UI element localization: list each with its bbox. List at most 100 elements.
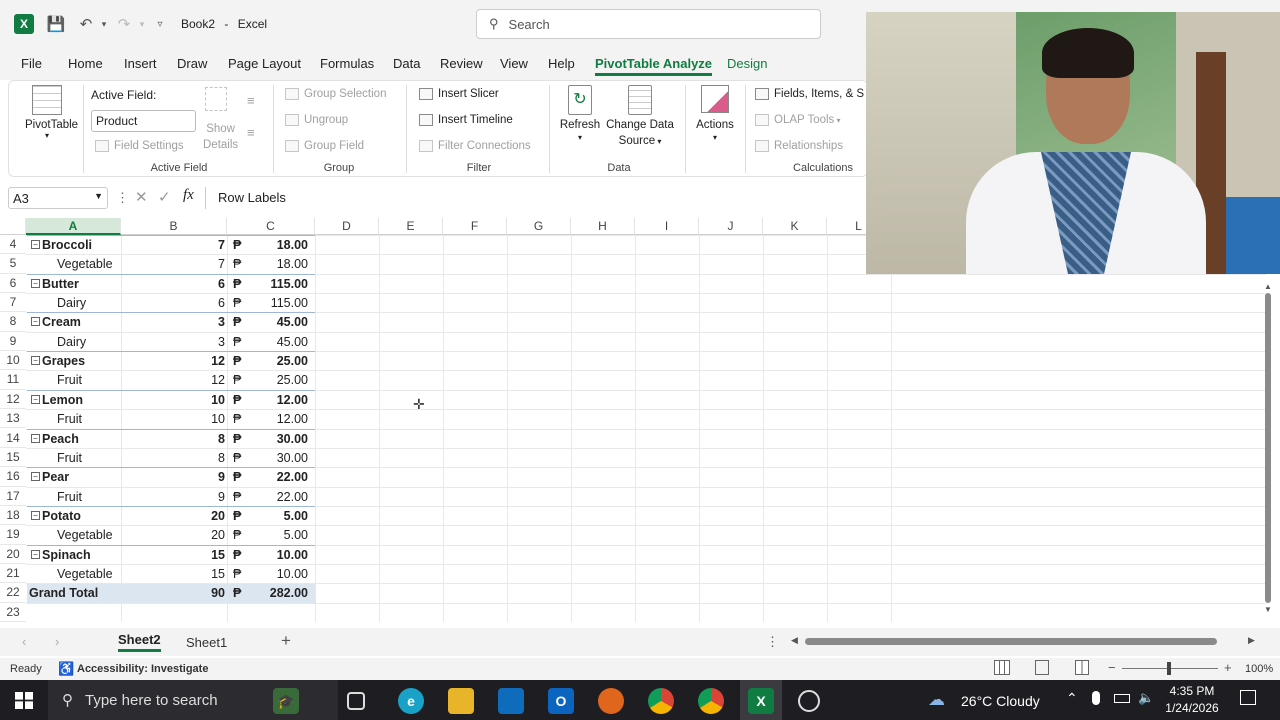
vertical-scroll-thumb[interactable] <box>1265 293 1271 603</box>
quantity-cell[interactable]: 15 <box>180 548 225 562</box>
mic-icon[interactable] <box>1092 691 1100 705</box>
tray-expand-icon[interactable]: ⌃ <box>1066 690 1078 707</box>
formula-content[interactable]: Row Labels <box>218 190 286 205</box>
volume-icon[interactable]: 🔈 <box>1138 690 1154 706</box>
tab-file[interactable]: File <box>21 56 42 71</box>
row-header[interactable]: 15 <box>0 448 26 468</box>
tab-home[interactable]: Home <box>68 56 103 71</box>
amount-cell[interactable]: 25.00 <box>245 354 308 368</box>
collapse-button[interactable]: − <box>31 278 40 288</box>
tab-design[interactable]: Design <box>727 56 767 71</box>
collapse-button[interactable]: − <box>31 433 40 443</box>
amount-cell[interactable]: 22.00 <box>245 490 308 504</box>
scroll-down-icon[interactable]: ▼ <box>1262 605 1274 614</box>
chrome-profile-icon[interactable] <box>698 688 724 714</box>
row-header[interactable]: 18 <box>0 506 26 526</box>
row-header[interactable]: 19 <box>0 525 26 545</box>
row-header[interactable]: 12 <box>0 390 26 410</box>
amount-cell[interactable]: 5.00 <box>245 528 308 542</box>
active-field-input[interactable]: Product <box>91 110 196 132</box>
scroll-up-icon[interactable]: ▲ <box>1262 282 1274 291</box>
amount-cell[interactable]: 22.00 <box>245 470 308 484</box>
quantity-cell[interactable]: 3 <box>180 335 225 349</box>
column-header-h[interactable]: H <box>571 218 635 235</box>
amount-cell[interactable]: 30.00 <box>245 451 308 465</box>
column-header-g[interactable]: G <box>507 218 571 235</box>
group-selection-button[interactable]: Group Selection <box>285 88 386 100</box>
prev-sheet-icon[interactable]: ‹ <box>22 634 26 649</box>
quantity-cell[interactable]: 90 <box>180 586 225 600</box>
enter-icon[interactable]: ✓ <box>158 188 171 206</box>
chrome-icon[interactable] <box>648 688 674 714</box>
insert-timeline-button[interactable]: Insert Timeline <box>419 114 513 126</box>
amount-cell[interactable]: 18.00 <box>245 238 308 252</box>
quantity-cell[interactable]: 7 <box>180 257 225 271</box>
row-header[interactable]: 11 <box>0 370 26 390</box>
row-header[interactable]: 4 <box>0 235 26 255</box>
quantity-cell[interactable]: 15 <box>180 567 225 581</box>
grand-total-label[interactable]: Grand Total <box>29 586 98 600</box>
expand-field-icon[interactable]: ≡ <box>247 93 255 108</box>
excel-taskbar-icon[interactable]: X <box>748 688 774 714</box>
product-label[interactable]: Lemon <box>42 393 83 407</box>
refresh-button[interactable]: ↻ Refresh ▾ <box>559 85 601 143</box>
column-header-f[interactable]: F <box>443 218 507 235</box>
quantity-cell[interactable]: 6 <box>180 296 225 310</box>
outlook-icon[interactable]: O <box>548 688 574 714</box>
tab-data[interactable]: Data <box>393 56 420 71</box>
row-header[interactable]: 23 <box>0 603 26 622</box>
quantity-cell[interactable]: 8 <box>180 432 225 446</box>
product-label[interactable]: Cream <box>42 315 81 329</box>
task-view-icon[interactable] <box>347 692 365 710</box>
amount-cell[interactable]: 45.00 <box>245 315 308 329</box>
edge-icon[interactable]: e <box>398 688 424 714</box>
row-header[interactable]: 16 <box>0 467 26 487</box>
category-label[interactable]: Dairy <box>57 296 86 310</box>
customize-qat-icon[interactable]: ▿ <box>150 14 170 34</box>
worksheet-grid[interactable]: A B C D E F G H I J K L 4− Broccoli 7 ₱ 18.00 5 Vegetable 7… <box>0 218 1266 622</box>
quantity-cell[interactable]: 7 <box>180 238 225 252</box>
quantity-cell[interactable]: 9 <box>180 490 225 504</box>
tab-split-icon[interactable]: ⋮ <box>766 634 779 650</box>
tab-formulas[interactable]: Formulas <box>320 56 374 71</box>
amount-cell[interactable]: 12.00 <box>245 412 308 426</box>
column-header-d[interactable]: D <box>315 218 379 235</box>
column-header-k[interactable]: K <box>763 218 827 235</box>
tab-insert[interactable]: Insert <box>124 56 157 71</box>
quantity-cell[interactable]: 10 <box>180 393 225 407</box>
redo-icon[interactable]: ↷ <box>114 14 134 34</box>
weather-text[interactable]: 26°C Cloudy <box>961 693 1040 709</box>
sheet-tab-sheet2[interactable]: Sheet2 <box>118 632 161 652</box>
category-label[interactable]: Vegetable <box>57 528 113 542</box>
battery-icon[interactable] <box>1114 694 1130 703</box>
amount-cell[interactable]: 12.00 <box>245 393 308 407</box>
zoom-level[interactable]: 100% <box>1245 663 1273 675</box>
product-label[interactable]: Pear <box>42 470 69 484</box>
select-all-corner[interactable] <box>0 218 26 235</box>
quantity-cell[interactable]: 9 <box>180 470 225 484</box>
normal-view-icon[interactable] <box>994 660 1010 675</box>
notifications-icon[interactable] <box>1240 690 1256 705</box>
save-icon[interactable]: 💾 <box>46 14 66 34</box>
show-details-button[interactable]: Show Details <box>203 121 238 153</box>
product-label[interactable]: Broccoli <box>42 238 92 252</box>
zoom-in-icon[interactable]: + <box>1224 660 1232 675</box>
zoom-out-icon[interactable]: − <box>1108 660 1116 675</box>
row-header[interactable]: 9 <box>0 332 26 352</box>
collapse-button[interactable]: − <box>31 394 40 404</box>
amount-cell[interactable]: 30.00 <box>245 432 308 446</box>
column-header-i[interactable]: I <box>635 218 699 235</box>
row-header[interactable]: 22 <box>0 583 26 603</box>
tab-view[interactable]: View <box>500 56 528 71</box>
amount-cell[interactable]: 45.00 <box>245 335 308 349</box>
recorder-icon[interactable] <box>798 690 820 712</box>
collapse-button[interactable]: − <box>31 472 40 482</box>
undo-dropdown-icon[interactable]: ▾ <box>94 14 114 34</box>
undo-icon[interactable]: ↶ <box>76 14 96 34</box>
clock-date[interactable]: 1/24/2026 <box>1160 701 1224 715</box>
row-header[interactable]: 7 <box>0 293 26 313</box>
category-label[interactable]: Fruit <box>57 412 82 426</box>
product-label[interactable]: Spinach <box>42 548 91 562</box>
product-label[interactable]: Butter <box>42 277 79 291</box>
quantity-cell[interactable]: 20 <box>180 509 225 523</box>
